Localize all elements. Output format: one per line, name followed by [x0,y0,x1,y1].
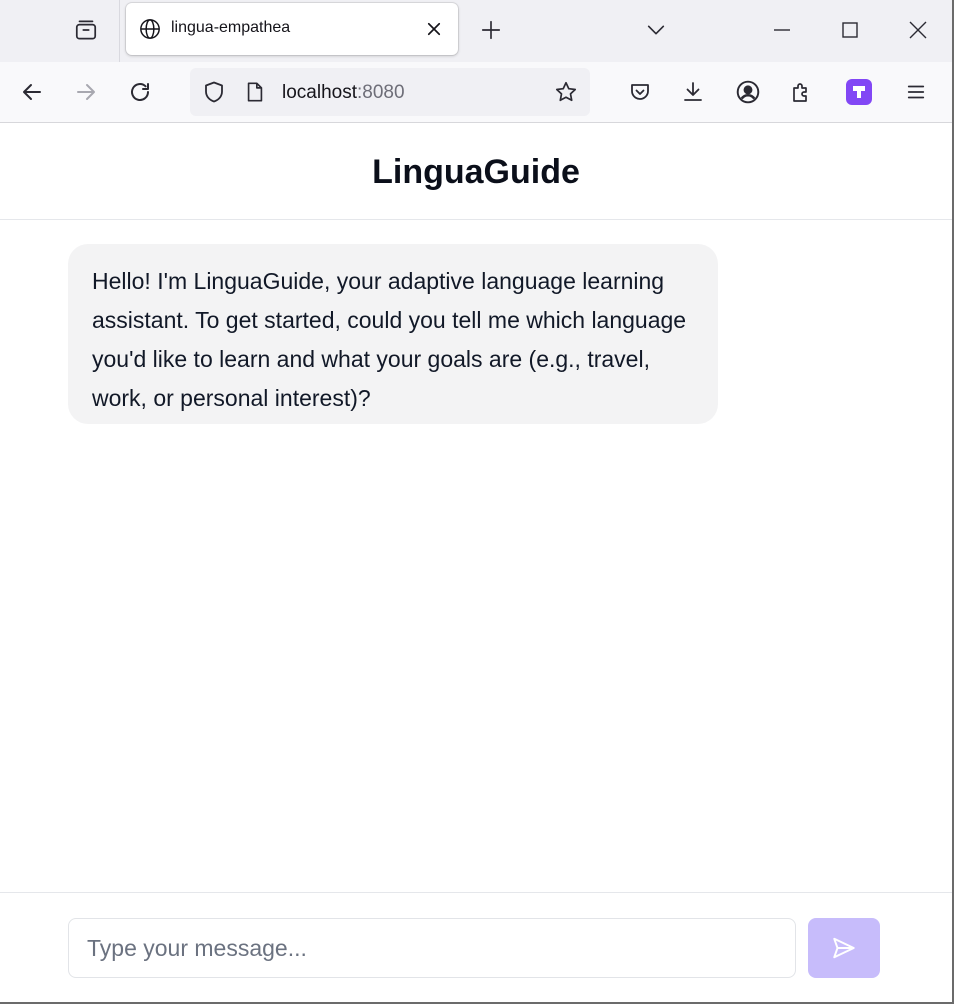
forward-icon[interactable] [72,78,100,106]
tab-strip-divider [119,0,120,62]
list-tabs-icon[interactable] [642,16,670,44]
menu-icon[interactable] [902,78,930,106]
back-icon[interactable] [18,78,46,106]
new-tab-icon[interactable] [477,16,505,44]
extensions-icon[interactable] [788,78,816,106]
url-bar[interactable]: localhost:8080 [190,68,590,116]
bookmark-star-icon[interactable] [552,78,580,106]
message-input[interactable] [68,918,796,978]
send-button[interactable] [808,918,880,978]
send-icon [833,937,855,959]
tab-strip: lingua-empathea [0,0,954,62]
nav-toolbar: localhost:8080 [0,62,954,123]
account-icon[interactable] [734,78,762,106]
assistant-message-text: Hello! I'm LinguaGuide, your adaptive la… [92,268,687,411]
url-port: :8080 [357,82,405,103]
reload-icon[interactable] [126,78,154,106]
globe-icon [139,18,161,40]
minimize-icon[interactable] [768,16,796,44]
maximize-icon[interactable] [836,16,864,44]
page-icon[interactable] [241,78,269,106]
app-page: LinguaGuide Hello! I'm LinguaGuide, your… [0,123,952,1002]
message-composer [0,892,952,1002]
tab-close-icon[interactable] [422,17,446,41]
tab-title: lingua-empathea [171,19,291,36]
shield-icon[interactable] [200,78,228,106]
url-host: localhost [282,82,357,103]
pocket-icon[interactable] [626,78,654,106]
app-header: LinguaGuide [0,123,952,220]
page-title: LinguaGuide [372,153,580,191]
window-close-icon[interactable] [904,16,932,44]
download-icon[interactable] [679,78,707,106]
tab-active[interactable]: lingua-empathea [126,3,458,55]
extension-badge-icon[interactable] [845,78,873,106]
tab-overview-icon[interactable] [72,16,100,44]
assistant-message: Hello! I'm LinguaGuide, your adaptive la… [68,244,718,424]
url-text: localhost:8080 [282,82,405,104]
